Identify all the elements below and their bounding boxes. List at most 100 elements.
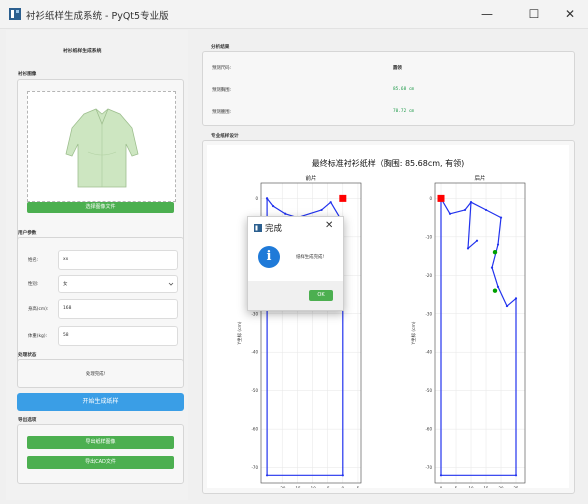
params-group: 姓名: xx 性别: 女 身高(cm): 168 体重(kg): 58 — [17, 237, 184, 367]
weight-value: 58 — [63, 333, 69, 338]
outline-point — [463, 208, 467, 212]
panel-header: 衬衫纸样生成系统 — [63, 49, 102, 54]
outline-point — [514, 474, 518, 477]
gender-label: 性别: — [28, 282, 39, 287]
y-tick-label: -10 — [425, 234, 432, 239]
outline-point — [496, 243, 500, 246]
outline-point — [466, 247, 470, 250]
outline-point — [341, 474, 344, 477]
status-text: 处理完成! — [86, 372, 106, 377]
y-tick-label: -60 — [251, 427, 258, 432]
height-label: 身高(cm): — [28, 307, 49, 312]
outline-point — [329, 201, 332, 204]
y-tick-label: -20 — [425, 273, 432, 278]
viz-group: 最终标准衬衫纸样（胸围: 85.68cm, 有领) 前片 -20 -15 -10 -50 5… — [202, 140, 575, 499]
x-tick-label: 20 — [498, 486, 504, 488]
title-bar: 衬衫纸样生成系统 - PyQt5专业版 — ☐ ✕ — [0, 0, 588, 29]
weight-input[interactable]: 58 — [58, 326, 178, 346]
y-tick-label: 0 — [255, 196, 258, 201]
info-glyph: i — [266, 249, 272, 264]
x-tick-label: -10 — [309, 486, 316, 488]
x-tick-label: 0 — [342, 486, 345, 488]
control-marker — [492, 250, 498, 255]
y-tick-label: -70 — [425, 465, 432, 470]
start-generate-button[interactable]: 开始生成纸样 — [17, 393, 184, 411]
subplot-title: 后片 — [474, 174, 485, 182]
outline-point — [475, 239, 479, 242]
subplot-title: 前片 — [305, 174, 316, 182]
export-group: 导出纸样图像 导出CAD文件 — [17, 424, 184, 484]
y-tick-label: -50 — [425, 388, 432, 393]
dialog-app-icon — [254, 224, 262, 232]
outline-point — [490, 266, 494, 269]
close-button[interactable]: ✕ — [555, 4, 585, 24]
control-marker — [492, 288, 498, 293]
outline-point — [448, 212, 452, 215]
chart-title: 最终标准衬衫纸样（胸围: 85.68cm, 有领) — [312, 158, 465, 168]
image-group-label: 衬衫图像 — [18, 72, 37, 77]
gender-select[interactable]: 女 — [58, 275, 178, 293]
left-panel: 衬衫纸样生成系统 衬衫图像 选择图像文件 用户参数 姓名: xx 性别: 女 身… — [6, 30, 188, 500]
results-group: 预测尺码: 圆领 预测胸围: 85.68 cm 预测腰围: 70.72 cm — [202, 51, 575, 126]
export-group-label: 导出选项 — [18, 418, 37, 423]
status-group-label: 处理状态 — [18, 353, 37, 358]
height-input[interactable]: 168 — [58, 299, 178, 319]
shirt-image — [65, 108, 139, 188]
x-tick-label: 0 — [440, 486, 443, 488]
y-tick-label: -60 — [425, 427, 432, 432]
minimize-button[interactable]: — — [472, 4, 502, 24]
outline-point — [469, 201, 473, 204]
outline-point — [272, 204, 275, 208]
dialog-close-button[interactable]: ✕ — [325, 220, 333, 231]
dialog-body: i 纸样生成完成! — [248, 239, 343, 281]
y-tick-label: -70 — [251, 465, 258, 470]
app-icon — [9, 8, 21, 20]
window-title: 衬衫纸样生成系统 - PyQt5专业版 — [26, 11, 169, 22]
y-tick-label: -40 — [251, 350, 258, 355]
dialog-title: 完成 — [265, 224, 283, 234]
x-tick-label: 5 — [357, 486, 360, 488]
name-value: xx — [63, 257, 69, 262]
y-tick-label: -40 — [425, 350, 432, 355]
export-image-button[interactable]: 导出纸样图像 — [27, 436, 174, 449]
x-tick-label: 5 — [455, 486, 458, 488]
gender-value: 女 — [63, 282, 68, 287]
outline-point — [484, 208, 488, 212]
y-tick-label: -30 — [251, 311, 258, 316]
name-input[interactable]: xx — [58, 250, 178, 270]
reference-marker — [437, 194, 445, 202]
y-axis-label: Y坐标 (cm) — [236, 321, 243, 345]
pattern-outline — [467, 202, 478, 250]
x-tick-label: -15 — [294, 486, 301, 488]
x-tick-label: 10 — [468, 486, 474, 488]
info-icon: i — [258, 246, 280, 268]
dialog-footer: OK — [248, 281, 343, 310]
pattern-outline — [440, 198, 517, 476]
outline-point — [265, 474, 269, 477]
x-tick-label: -20 — [279, 486, 286, 488]
params-group-label: 用户参数 — [18, 231, 37, 236]
outline-point — [265, 197, 269, 200]
select-image-button[interactable]: 选择图像文件 — [27, 202, 174, 213]
outline-point — [320, 208, 323, 212]
completion-dialog: 完成 ✕ i 纸样生成完成! OK — [247, 216, 344, 311]
pattern-chart: 最终标准衬衫纸样（胸围: 85.68cm, 有领) 前片 -20 -15 -10 -50 5… — [236, 158, 526, 499]
viz-label: 专业纸样设计 — [211, 134, 239, 139]
name-label: 姓名: — [28, 258, 39, 263]
image-preview — [27, 91, 176, 202]
dialog-ok-button[interactable]: OK — [309, 290, 333, 301]
y-tick-label: -50 — [251, 388, 258, 393]
result-waist-label: 预测腰围: — [212, 110, 232, 115]
plot-frame — [434, 182, 526, 484]
x-tick-label: 25 — [513, 486, 519, 488]
status-group: 处理完成! — [17, 359, 184, 388]
outline-point — [496, 285, 500, 288]
export-cad-button[interactable]: 导出CAD文件 — [27, 456, 174, 469]
reference-marker — [339, 194, 347, 202]
results-label: 分析结果 — [211, 45, 230, 50]
maximize-button[interactable]: ☐ — [519, 4, 549, 24]
outline-point — [284, 212, 287, 215]
y-axis-label: Y坐标 (cm) — [410, 321, 417, 345]
result-chest-value: 85.68 cm — [393, 87, 415, 92]
height-value: 168 — [63, 306, 72, 311]
